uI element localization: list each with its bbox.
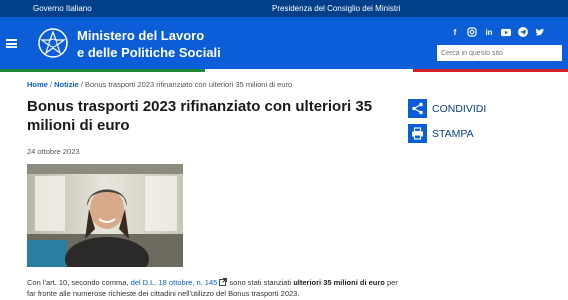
- white-stripe: [205, 69, 413, 72]
- body-text-bold: ulteriori 35 milioni di euro: [293, 278, 385, 287]
- article-date: 24 ottobre 2023: [27, 147, 80, 156]
- site-header: Ministero del Lavoro e delle Politiche S…: [0, 17, 568, 69]
- telegram-icon[interactable]: [518, 27, 528, 37]
- facebook-icon[interactable]: f: [450, 27, 460, 37]
- brand-line-2: e delle Politiche Sociali: [77, 45, 221, 60]
- page-title: Bonus trasporti 2023 rifinanziato con ul…: [27, 98, 373, 134]
- menu-icon[interactable]: [6, 39, 17, 48]
- red-stripe: [413, 69, 568, 72]
- linkedin-icon[interactable]: in: [484, 27, 494, 37]
- emblem-logo[interactable]: [37, 27, 69, 59]
- share-label: CONDIVIDI: [432, 102, 487, 115]
- breadcrumb: Home / Notizie / Bonus trasporti 2023 ri…: [27, 80, 292, 89]
- body-text-segment: sono stati stanziati: [227, 278, 294, 287]
- governo-italiano-link[interactable]: Governo Italiano: [33, 4, 92, 13]
- print-icon: [408, 124, 427, 143]
- print-label: STAMPA: [432, 127, 474, 140]
- decree-link[interactable]: del D.L. 18 ottobre, n. 145: [131, 278, 218, 287]
- instagram-icon[interactable]: [467, 27, 477, 37]
- breadcrumb-home[interactable]: Home: [27, 80, 48, 89]
- search-input[interactable]: [437, 45, 562, 61]
- share-icon: [408, 99, 427, 118]
- site-brand[interactable]: Ministero del Lavoro e delle Politiche S…: [77, 27, 221, 61]
- article-body: Con l'art. 10, secondo comma, del D.L. 1…: [27, 277, 407, 299]
- body-text-segment: Con l'art. 10, secondo comma,: [27, 278, 131, 287]
- breadcrumb-notizie[interactable]: Notizie: [54, 80, 79, 89]
- twitter-icon[interactable]: [535, 27, 545, 37]
- youtube-icon[interactable]: [501, 27, 511, 37]
- share-button[interactable]: CONDIVIDI: [408, 99, 486, 118]
- top-bar: Governo Italiano Presidenza del Consigli…: [0, 0, 568, 17]
- presidenza-link[interactable]: Presidenza del Consiglio dei Ministri: [272, 4, 401, 13]
- brand-line-1: Ministero del Lavoro: [77, 28, 205, 43]
- article-image: [27, 164, 183, 267]
- social-links: f in: [450, 27, 545, 37]
- green-stripe: [0, 69, 205, 72]
- breadcrumb-current: Bonus trasporti 2023 rifinanziato con ul…: [84, 80, 293, 89]
- print-button[interactable]: STAMPA: [408, 124, 474, 143]
